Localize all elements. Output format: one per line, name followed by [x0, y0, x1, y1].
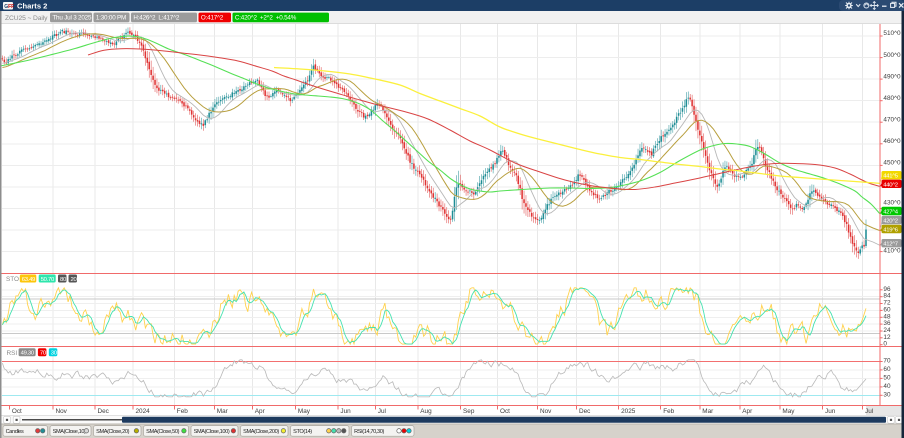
svg-text:Jul: Jul	[378, 408, 386, 415]
svg-text:410^0: 410^0	[883, 248, 901, 255]
svg-text:Candles: Candles	[6, 429, 24, 435]
svg-text:30: 30	[883, 391, 891, 398]
svg-text:60: 60	[883, 366, 891, 373]
svg-text:RSI(14,70,30): RSI(14,70,30)	[354, 429, 384, 435]
svg-text:SMA(Close,100): SMA(Close,100)	[194, 429, 230, 435]
svg-text:Mar: Mar	[217, 408, 229, 415]
svg-text:GFF: GFF	[4, 4, 14, 10]
svg-text:Sep: Sep	[463, 408, 475, 415]
svg-text:Apr: Apr	[742, 408, 753, 415]
svg-text:70: 70	[40, 351, 47, 357]
svg-text:H:426^2 L:417^2: H:426^2 L:417^2	[133, 15, 179, 22]
svg-text:ZCU25 ~ Daily: ZCU25 ~ Daily	[5, 15, 48, 22]
svg-text:Oct: Oct	[12, 408, 22, 415]
svg-text:May: May	[298, 408, 311, 415]
svg-text:Charts 2: Charts 2	[17, 2, 47, 11]
svg-text:412^7: 412^7	[883, 242, 898, 248]
svg-text:50.70: 50.70	[41, 277, 55, 283]
svg-text:430^0: 430^0	[883, 200, 901, 207]
svg-text:Nov: Nov	[56, 408, 68, 415]
svg-text:May: May	[782, 408, 795, 415]
svg-text:Aug: Aug	[420, 408, 432, 415]
svg-text:420^2: 420^2	[883, 219, 898, 225]
svg-text:Oct: Oct	[500, 408, 510, 415]
svg-text:Mar: Mar	[702, 408, 714, 415]
svg-text:490^0: 490^0	[883, 73, 901, 80]
svg-text:Dec: Dec	[98, 408, 110, 415]
svg-text:441^5: 441^5	[883, 174, 899, 180]
svg-text:49.30: 49.30	[21, 351, 35, 357]
svg-text:80: 80	[60, 277, 67, 283]
svg-text:440^2: 440^2	[883, 182, 898, 188]
svg-text:O:417^2: O:417^2	[201, 15, 224, 22]
svg-text:510^0: 510^0	[883, 30, 901, 37]
svg-text:Dec: Dec	[579, 408, 591, 415]
svg-text:480^0: 480^0	[883, 95, 901, 102]
svg-text:Jun: Jun	[825, 408, 836, 415]
svg-text:500^0: 500^0	[883, 52, 901, 59]
svg-text:450^0: 450^0	[883, 160, 901, 167]
svg-text:Thu Jul 3 2025: Thu Jul 3 2025	[52, 15, 92, 22]
svg-text:RSI: RSI	[7, 350, 18, 357]
svg-text:SMA(Close,10): SMA(Close,10)	[53, 429, 87, 435]
svg-text:SMA(Close,200): SMA(Close,200)	[243, 429, 279, 435]
svg-text:Apr: Apr	[255, 408, 266, 415]
svg-text:70: 70	[883, 358, 891, 365]
svg-text:Feb: Feb	[663, 408, 674, 415]
svg-text:1:30:00 PM: 1:30:00 PM	[96, 15, 126, 22]
svg-text:50: 50	[883, 374, 891, 381]
svg-text:Nov: Nov	[540, 408, 552, 415]
svg-text:STO: STO	[6, 276, 19, 283]
svg-text:Feb: Feb	[177, 408, 188, 415]
svg-text:0: 0	[883, 341, 887, 348]
svg-text:40: 40	[883, 383, 891, 390]
svg-text:20: 20	[71, 277, 78, 283]
svg-text:2025: 2025	[621, 408, 636, 415]
svg-text:470^0: 470^0	[883, 116, 901, 123]
svg-text:2024: 2024	[136, 408, 151, 415]
svg-text:419^6: 419^6	[883, 228, 899, 234]
svg-text:SMA(Close,50): SMA(Close,50)	[146, 429, 180, 435]
svg-text:STO(14): STO(14)	[293, 429, 312, 435]
svg-text:SMA(Close,20): SMA(Close,20)	[96, 429, 130, 435]
svg-text:C:420^2 +2^2 +0.54%: C:420^2 +2^2 +0.54%	[235, 15, 297, 22]
svg-text:30: 30	[51, 351, 58, 357]
svg-text:427^4: 427^4	[883, 210, 899, 216]
svg-text:63.49: 63.49	[22, 277, 35, 283]
svg-text:Jul: Jul	[865, 408, 873, 415]
svg-text:Jun: Jun	[340, 408, 351, 415]
svg-text:460^0: 460^0	[883, 138, 901, 145]
